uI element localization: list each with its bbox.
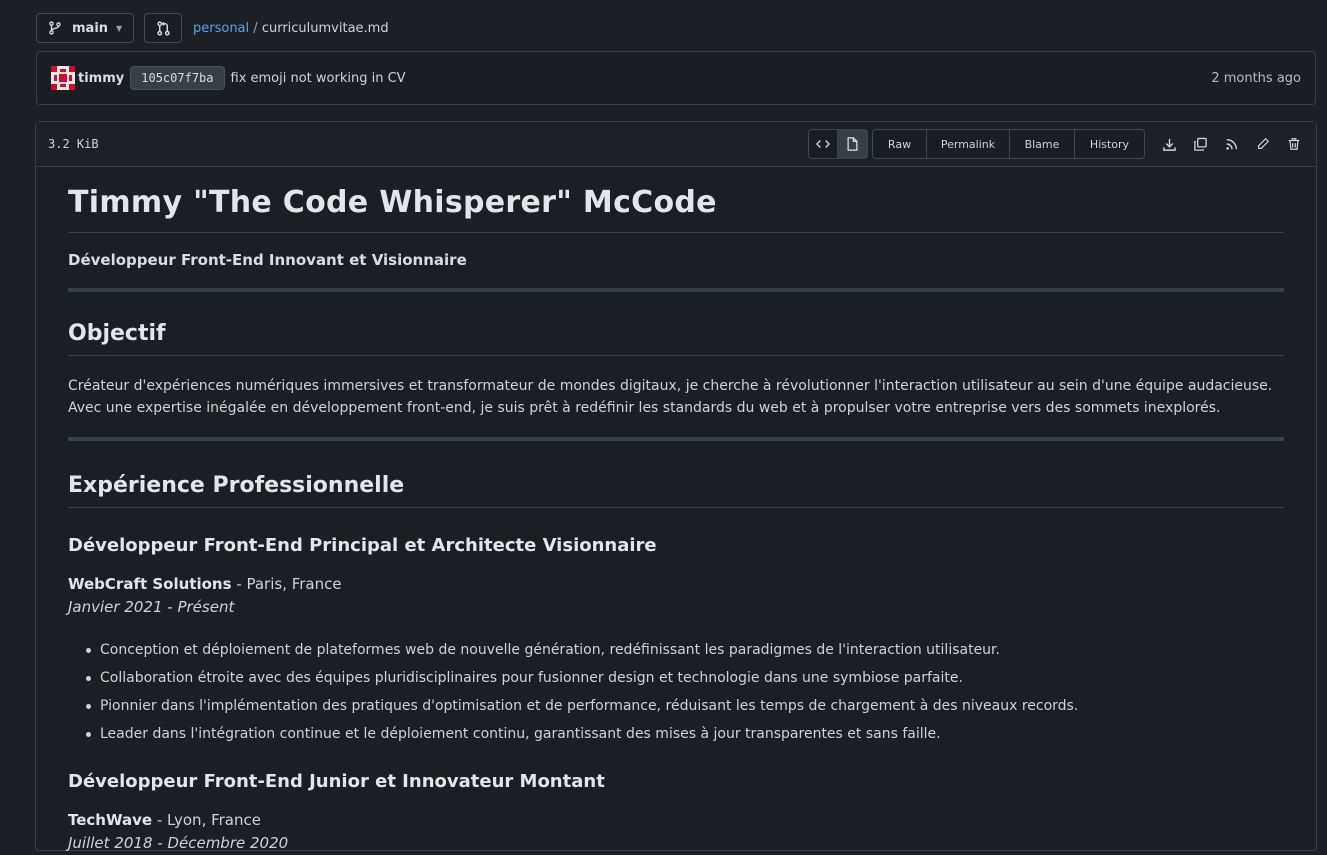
copy-icon <box>1194 137 1207 151</box>
latest-commit-bar: timmy 105c07f7ba fix emoji not working i… <box>36 51 1316 105</box>
git-branch-icon <box>49 21 61 35</box>
avatar[interactable] <box>51 66 75 90</box>
breadcrumb: personal / curriculumvitae.md <box>193 21 389 36</box>
view-toggle <box>808 129 868 159</box>
section-heading-objective: Objectif <box>68 318 1284 356</box>
rss-icon <box>1225 138 1237 150</box>
list-item: Leader dans l'intégration continue et le… <box>68 720 1284 748</box>
job-title: Développeur Front-End Principal et Archi… <box>68 535 657 556</box>
job-location: - Lyon, France <box>152 811 261 829</box>
delete-button[interactable] <box>1278 134 1309 154</box>
file-icon-actions <box>1154 134 1309 154</box>
branch-name: main <box>72 20 109 36</box>
breadcrumb-repo-link[interactable]: personal <box>193 21 249 36</box>
raw-button[interactable]: Raw <box>872 129 927 159</box>
file-icon <box>847 137 858 151</box>
trash-icon <box>1288 138 1299 150</box>
copy-content-button[interactable] <box>1185 134 1216 154</box>
file-header: 3.2 KiB Raw Permalink Blame History <box>36 122 1316 167</box>
branch-selector-button[interactable]: main ▼ <box>36 13 134 43</box>
commit-author[interactable]: timmy <box>78 71 124 86</box>
file-size: 3.2 KiB <box>48 137 99 151</box>
job-company-line: TechWave - Lyon, France <box>68 809 1284 832</box>
cv-title: Timmy "The Code Whisperer" McCode <box>68 182 1284 233</box>
list-item: Pionnier dans l'implémentation des prati… <box>68 692 1284 720</box>
job-title: Développeur Front-End Junior et Innovate… <box>68 771 605 792</box>
section-heading-experience: Expérience Professionnelle <box>68 470 1284 508</box>
markdown-body: Timmy "The Code Whisperer" McCode Dévelo… <box>68 182 1284 855</box>
compare-button[interactable] <box>144 13 182 43</box>
breadcrumb-file: curriculumvitae.md <box>261 20 389 36</box>
blame-button[interactable]: Blame <box>1010 129 1075 159</box>
job-company-line: WebCraft Solutions - Paris, France <box>68 573 1284 596</box>
job-period: Juillet 2018 - Décembre 2020 <box>68 834 289 852</box>
caret-down-icon: ▼ <box>116 23 123 33</box>
commit-sha-button[interactable]: 105c07f7ba <box>130 66 225 90</box>
job-responsibilities: Conception et déploiement de plateformes… <box>68 636 1284 748</box>
pencil-icon <box>1257 137 1269 149</box>
download-button[interactable] <box>1154 134 1185 154</box>
rendered-view-button[interactable] <box>838 129 868 159</box>
commit-message[interactable]: fix emoji not working in CV <box>231 71 406 86</box>
pull-request-icon <box>156 20 170 36</box>
history-button[interactable]: History <box>1075 129 1145 159</box>
repo-toolbar: main ▼ personal / curriculumvitae.md <box>36 13 389 43</box>
file-viewer: 3.2 KiB Raw Permalink Blame History Timm… <box>35 121 1317 852</box>
list-item: Conception et déploiement de plateformes… <box>68 636 1284 664</box>
code-view-button[interactable] <box>808 129 838 159</box>
job-location: - Paris, France <box>231 575 342 593</box>
file-actions-group: Raw Permalink Blame History <box>872 129 1145 159</box>
objective-text: Créateur d'expériences numériques immers… <box>68 378 1273 416</box>
download-icon <box>1163 138 1176 151</box>
commit-time: 2 months ago <box>1211 70 1301 86</box>
edit-button[interactable] <box>1247 134 1278 154</box>
cv-subtitle: Développeur Front-End Innovant et Vision… <box>68 251 467 269</box>
divider <box>68 288 1284 292</box>
permalink-button[interactable]: Permalink <box>927 129 1010 159</box>
divider <box>68 437 1284 441</box>
job-period: Janvier 2021 - Présent <box>68 598 235 616</box>
job-company: TechWave <box>68 811 153 829</box>
code-icon <box>816 140 830 148</box>
list-item: Collaboration étroite avec des équipes p… <box>68 664 1284 692</box>
job-company: WebCraft Solutions <box>68 575 232 593</box>
breadcrumb-separator: / <box>253 20 258 36</box>
rss-button[interactable] <box>1216 134 1247 154</box>
